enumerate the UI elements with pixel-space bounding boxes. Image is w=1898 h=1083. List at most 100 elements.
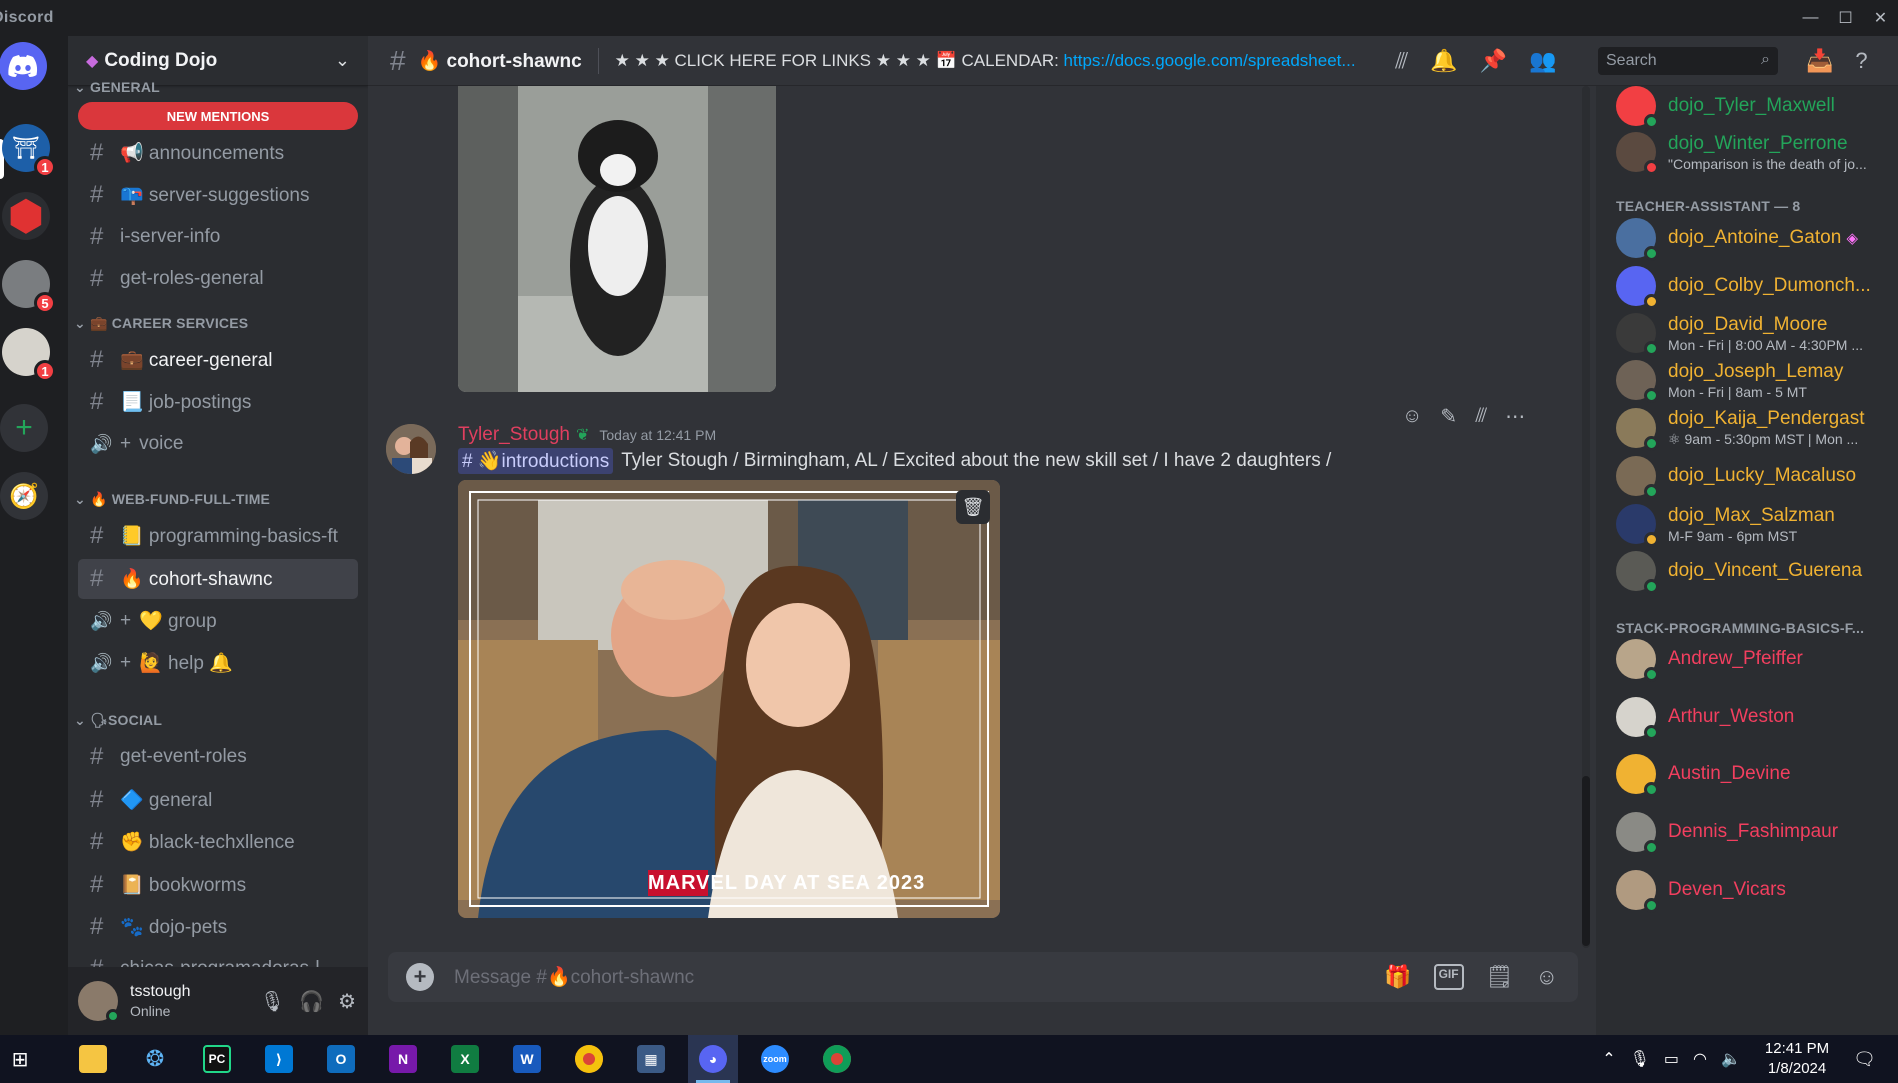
close-icon[interactable]: ✕: [1863, 0, 1898, 36]
server-ship[interactable]: 5: [2, 260, 56, 314]
bell-icon[interactable]: 🔔: [1430, 48, 1457, 74]
microphone-icon[interactable]: 🎙: [260, 989, 285, 1014]
channel-mention[interactable]: # 👋introductions: [458, 448, 614, 474]
member-item[interactable]: dojo_Kaija_Pendergast ⚛ 9am - 5:30pm MST …: [1616, 408, 1865, 451]
avatar[interactable]: [78, 981, 120, 1023]
battery-icon[interactable]: ▭: [1664, 1049, 1679, 1069]
more-icon[interactable]: ⋯: [1505, 404, 1525, 429]
channel-programming-basics[interactable]: # 📒 programming-basics-ft: [78, 516, 358, 556]
channel-voice[interactable]: 🔊 + voice: [78, 424, 358, 464]
taskbar-file-explorer[interactable]: [68, 1035, 118, 1083]
channel-general[interactable]: # 🔷 general: [78, 780, 358, 820]
scrollbar-thumb[interactable]: [1582, 776, 1590, 946]
taskbar-chrome-profile[interactable]: [812, 1035, 862, 1083]
channel-server-suggestions[interactable]: # 📪 server-suggestions: [78, 175, 358, 215]
server-coding-dojo[interactable]: ⛩ 1: [2, 124, 56, 178]
member-item[interactable]: dojo_Joseph_Lemay Mon - Fri | 8am - 5 MT: [1616, 360, 1843, 403]
explore-button[interactable]: 🧭: [0, 472, 48, 520]
volume-icon[interactable]: 🔈: [1721, 1049, 1741, 1069]
maximize-icon[interactable]: ☐: [1828, 0, 1863, 36]
member-item[interactable]: dojo_Antoine_Gaton ◈: [1616, 218, 1858, 261]
gif-button[interactable]: GIF: [1433, 964, 1464, 990]
calendar-link[interactable]: https://docs.google.com/spreadsheet...: [1064, 51, 1356, 70]
wifi-icon[interactable]: ◠: [1693, 1049, 1707, 1069]
channel-group[interactable]: 🔊 + 💛 group: [78, 601, 358, 641]
taskbar-zoom[interactable]: zoom: [750, 1035, 800, 1083]
channel-dojo-pets[interactable]: # 🐾 dojo-pets: [78, 907, 358, 947]
taskbar-calculator[interactable]: ▦: [626, 1035, 676, 1083]
threads-icon[interactable]: ⫻: [1395, 48, 1408, 74]
member-item[interactable]: Andrew_Pfeiffer: [1616, 639, 1803, 682]
gift-icon[interactable]: 🎁: [1384, 964, 1411, 990]
member-item[interactable]: dojo_David_Moore Mon - Fri | 8:00 AM - 4:…: [1616, 313, 1863, 356]
taskbar-word[interactable]: W: [502, 1035, 552, 1083]
channel-get-event-roles[interactable]: # get-event-roles: [78, 737, 358, 777]
member-item[interactable]: Dennis_Fashimpaur: [1616, 812, 1838, 855]
trash-icon[interactable]: 🗑: [956, 490, 990, 524]
add-server-button[interactable]: +: [0, 404, 48, 452]
minimize-icon[interactable]: —: [1793, 0, 1828, 36]
message-input[interactable]: Message #🔥cohort-shawnc: [454, 965, 1384, 989]
thread-icon[interactable]: ⫻: [1475, 405, 1487, 428]
category-career[interactable]: ⌄ 💼 CAREER SERVICES: [74, 315, 248, 332]
server-d20[interactable]: ⬢: [2, 192, 50, 240]
channel-server-info[interactable]: # i-server-info: [78, 217, 358, 257]
server-astronaut[interactable]: 1: [2, 328, 56, 382]
member-item[interactable]: dojo_Vincent_Guerena: [1616, 551, 1862, 594]
author-avatar[interactable]: [386, 424, 436, 474]
taskbar-chrome[interactable]: [564, 1035, 614, 1083]
upload-plus-icon[interactable]: +: [406, 963, 434, 991]
inbox-icon[interactable]: 📥: [1806, 48, 1833, 74]
member-item[interactable]: dojo_Tyler_Maxwell: [1616, 86, 1835, 129]
channel-topic[interactable]: ★ ★ ★ CLICK HERE FOR LINKS ★ ★ ★ 📅 CALEN…: [615, 51, 1356, 71]
members-icon[interactable]: 👥: [1529, 48, 1556, 74]
channel-get-roles[interactable]: # get-roles-general: [78, 259, 358, 299]
help-icon[interactable]: ?: [1855, 48, 1867, 74]
member-item[interactable]: Austin_Devine: [1616, 754, 1791, 797]
taskbar-excel[interactable]: X: [440, 1035, 490, 1083]
taskbar-network[interactable]: ❂: [130, 1035, 180, 1083]
member-item[interactable]: dojo_Max_Salzman M-F 9am - 6pm MST: [1616, 504, 1835, 547]
taskbar-onenote[interactable]: N: [378, 1035, 428, 1083]
gear-icon[interactable]: ⚙: [338, 989, 356, 1014]
sticker-icon[interactable]: 🗒: [1486, 964, 1514, 990]
headphones-icon[interactable]: 🎧: [299, 989, 324, 1014]
channel-announcements[interactable]: # 📢 announcements: [78, 133, 358, 173]
category-webfund[interactable]: ⌄ 🔥 WEB-FUND-FULL-TIME: [74, 491, 270, 508]
channel-career-general[interactable]: # 💼 career-general: [78, 340, 358, 380]
taskbar-clock[interactable]: 12:41 PM 1/8/2024: [1765, 1039, 1829, 1079]
new-mentions-banner[interactable]: NEW MENTIONS: [78, 102, 358, 130]
channel-black-techxllence[interactable]: # ✊ black-techxllence: [78, 822, 358, 862]
member-item[interactable]: dojo_Lucky_Macaluso: [1616, 456, 1856, 499]
taskbar-vscode[interactable]: ⟩: [254, 1035, 304, 1083]
add-reaction-icon[interactable]: ☺: [1402, 405, 1422, 428]
home-button[interactable]: [0, 42, 47, 90]
edit-icon[interactable]: ✎: [1440, 404, 1457, 429]
start-button[interactable]: ⊞: [0, 1035, 40, 1083]
user-info[interactable]: tsstough Online: [130, 983, 260, 1019]
cat-photo[interactable]: [458, 86, 776, 392]
member-item[interactable]: Deven_Vicars: [1616, 870, 1786, 913]
taskbar-outlook[interactable]: O: [316, 1035, 366, 1083]
channel-help[interactable]: 🔊 + 🙋 help 🔔: [78, 643, 358, 683]
author-name[interactable]: Tyler_Stough: [458, 424, 570, 446]
channel-bookworms[interactable]: # 📔 bookworms: [78, 865, 358, 905]
channel-cohort-shawnc[interactable]: # 🔥 cohort-shawnc: [78, 559, 358, 599]
category-general[interactable]: ⌄ GENERAL: [74, 79, 160, 96]
microphone-icon[interactable]: 🎙: [1630, 1049, 1650, 1069]
notification-icon[interactable]: 🗨: [1853, 1049, 1876, 1070]
attached-photo[interactable]: MARVEL DAY AT SEA 2023 🗑: [458, 480, 1000, 918]
taskbar-pycharm[interactable]: PC: [192, 1035, 242, 1083]
chevron-up-icon[interactable]: ⌃: [1602, 1049, 1615, 1069]
channel-job-postings[interactable]: # 📃 job-postings: [78, 382, 358, 422]
search-input[interactable]: Search ⌕: [1598, 47, 1778, 75]
taskbar-discord[interactable]: ◕: [688, 1035, 738, 1083]
pin-icon[interactable]: 📌: [1480, 48, 1507, 74]
emoji-icon[interactable]: ☺: [1536, 964, 1558, 990]
member-item[interactable]: dojo_Colby_Dumonch...: [1616, 266, 1871, 309]
message-scrollbar[interactable]: [1582, 86, 1590, 948]
category-social[interactable]: ⌄ 🗣SOCIAL: [74, 712, 162, 729]
member-item[interactable]: dojo_Winter_Perrone "Comparison is the de…: [1616, 132, 1867, 175]
member-item[interactable]: Arthur_Weston: [1616, 697, 1794, 740]
chevron-down-icon[interactable]: ⌄: [335, 50, 350, 71]
